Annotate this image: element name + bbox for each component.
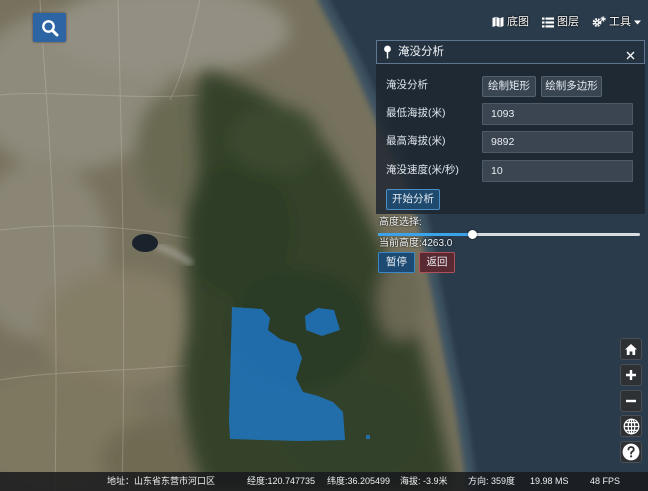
tools-icon [592,16,606,27]
draw-polygon-button[interactable]: 绘制多边形 [541,76,602,97]
status-fps: 48 FPS [590,476,621,486]
home-icon [625,343,637,355]
back-button[interactable]: 返回 [419,252,455,273]
start-analysis-button[interactable]: 开始分析 [386,189,440,210]
layers-icon [542,17,554,27]
max-elevation-input[interactable] [482,131,633,153]
layers-button[interactable]: 图层 [542,15,579,29]
chevron-down-icon [634,20,641,24]
flood-speed-label: 淹没速度(米/秒) [386,164,459,176]
tools-dropdown[interactable]: 工具 [592,15,641,29]
basemap-button[interactable]: 底图 [492,15,529,29]
help-icon [622,443,640,461]
top-toolbar: 底图 图层 工具 [492,12,641,32]
pin-icon [383,45,392,64]
map-icon [492,16,504,28]
search-icon [41,19,58,36]
max-elevation-label: 最高海拔(米) [386,135,446,147]
close-icon[interactable] [626,47,635,65]
flood-speed-input[interactable] [482,160,633,182]
min-elevation-label: 最低海拔(米) [386,107,446,119]
height-slider-fill [378,233,473,236]
draw-mode-label: 淹没分析 [386,79,428,91]
current-height: 当前高度:4263.0 [379,238,453,249]
status-frame-time: 19.98 MS [530,476,569,486]
zoom-in-icon [626,370,636,380]
status-longitude: 经度:120.747735 [247,476,316,486]
search-button[interactable] [33,13,66,42]
tools-label: 工具 [609,16,631,28]
pause-button[interactable]: 暂停 [378,252,415,273]
height-select-label: 高度选择: [379,217,422,228]
layers-label: 图层 [557,16,579,28]
globe-button[interactable] [620,415,642,437]
home-button[interactable] [620,338,642,360]
zoom-in-button[interactable] [620,364,642,386]
status-latitude: 纬度:36.205499 [327,476,391,486]
globe-icon [623,418,639,434]
basemap-label: 底图 [507,16,529,28]
min-elevation-input[interactable] [482,103,633,125]
zoom-out-button[interactable] [620,390,642,412]
status-address: 地址：山东省东营市河口区 [107,476,216,486]
status-bar: 地址：山东省东营市河口区 经度:120.747735 纬度:36.205499 … [0,472,648,491]
panel-title: 淹没分析 [398,46,444,58]
flood-panel: 淹没分析 绘制矩形 绘制多边形 最低海拔(米) 最高海拔(米) 淹没速度(米/秒… [376,64,645,214]
status-altitude: 海拔: -3.9米 [400,476,448,486]
help-button[interactable] [620,441,642,463]
flood-panel-header: 淹没分析 [376,40,645,64]
map-app: 底图 图层 工具 淹没分析 淹没分析 绘制矩形 绘制多边形 最低海拔(米) 10… [0,0,648,491]
status-heading: 方向: 359度 [468,476,516,486]
zoom-out-icon [626,399,636,403]
height-slider-handle[interactable] [467,230,477,239]
height-slider[interactable] [378,230,640,239]
draw-rectangle-button[interactable]: 绘制矩形 [482,76,536,97]
